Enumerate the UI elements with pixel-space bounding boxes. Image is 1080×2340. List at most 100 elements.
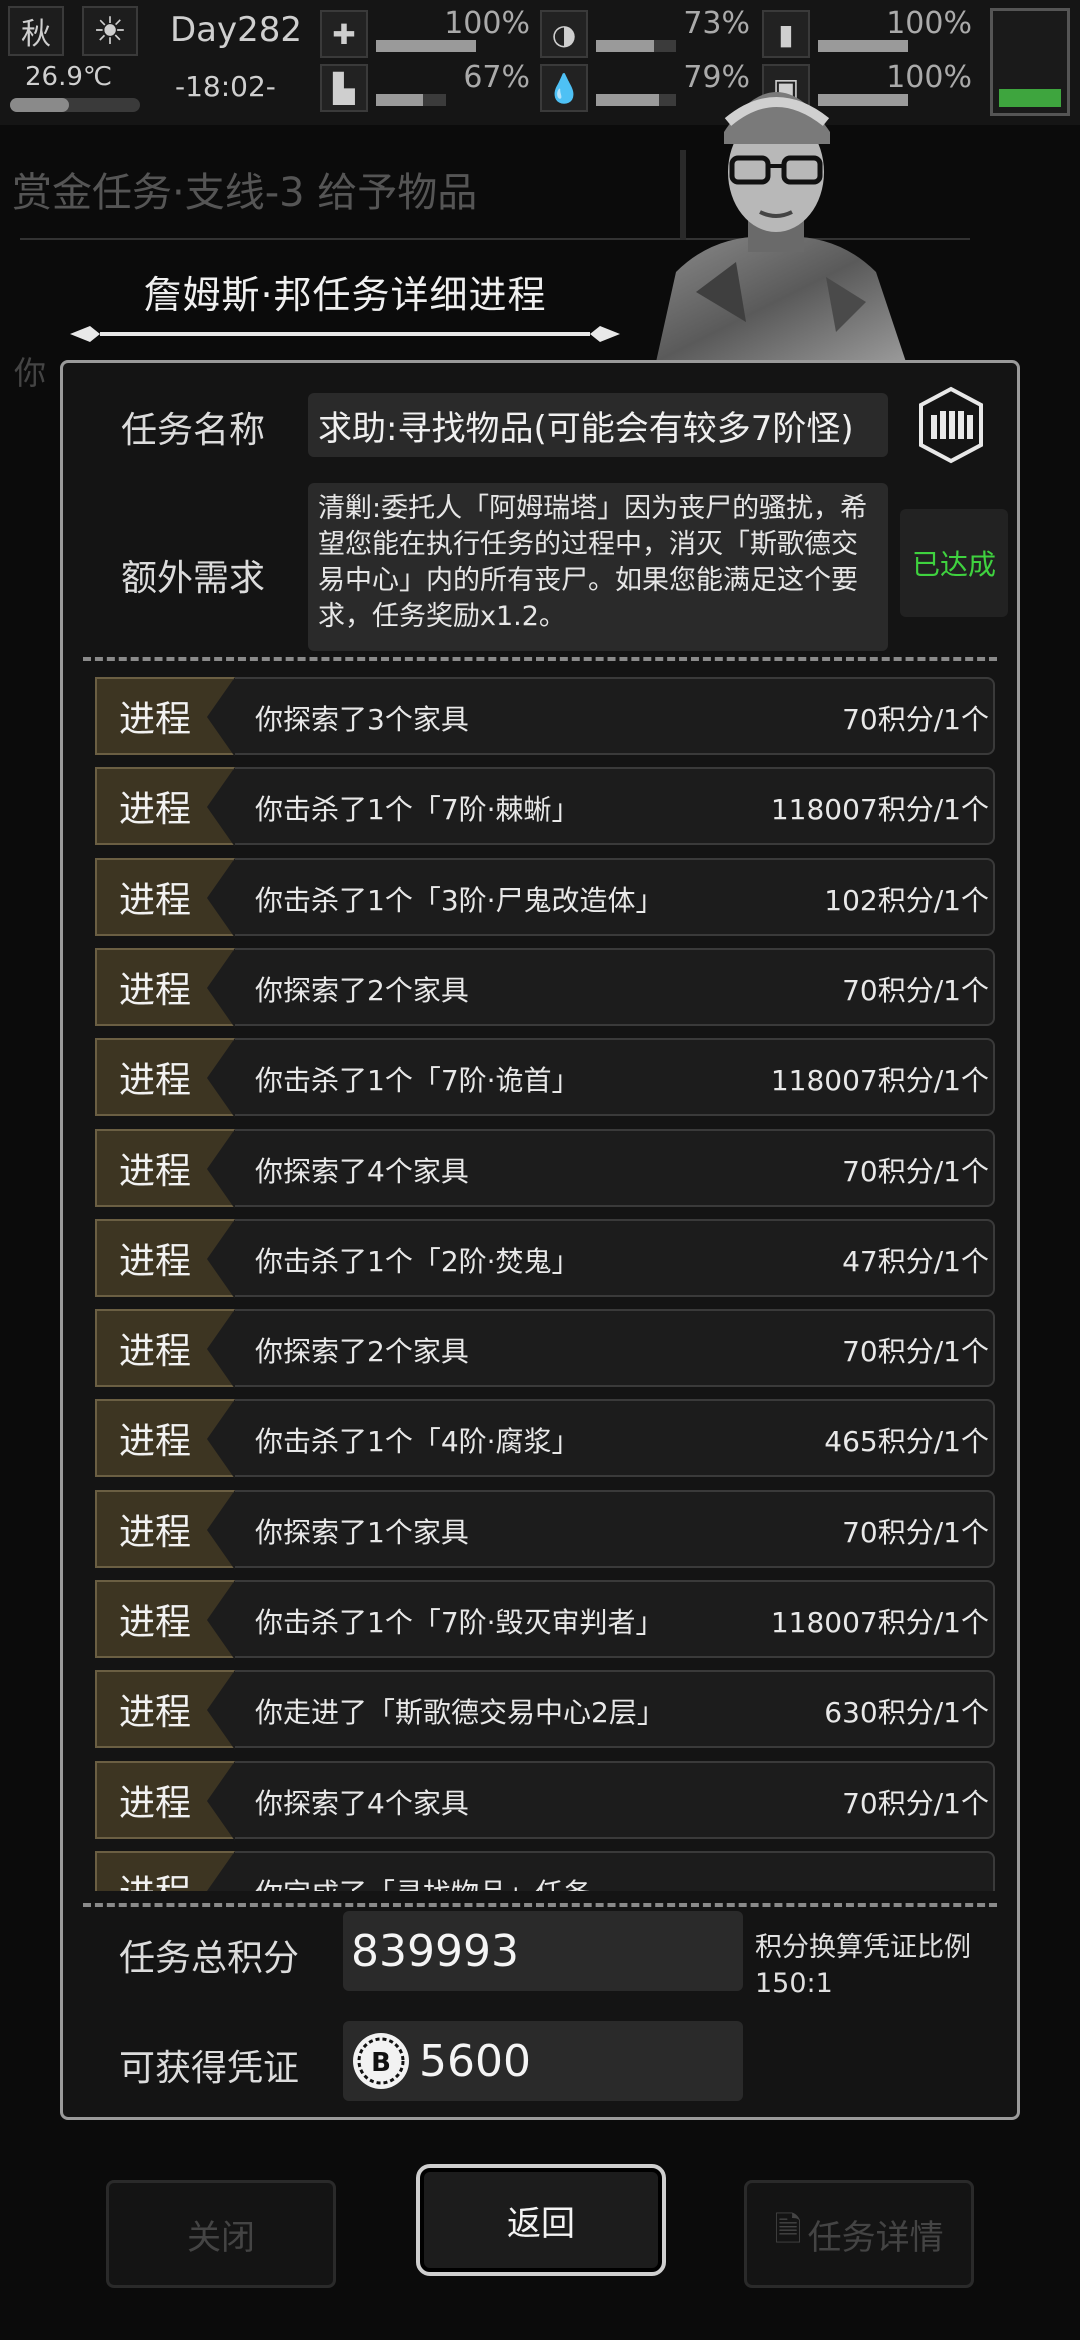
- battery-icon: [990, 8, 1070, 116]
- water-drop-icon: 💧: [540, 64, 588, 112]
- progress-points: 70积分/1个: [842, 1786, 989, 1820]
- progress-row-body: 你击杀了1个「4阶·腐浆」 465积分/1个: [235, 1399, 995, 1478]
- progress-points: 465积分/1个: [824, 1425, 989, 1459]
- progress-points: 118007积分/1个: [770, 1606, 989, 1639]
- stat-stamina: ▙ 67%: [320, 60, 530, 112]
- progress-points: 70积分/1个: [842, 1154, 989, 1188]
- stat-health: ✚ 100%: [320, 6, 530, 58]
- progress-description: 你探索了3个家具: [255, 703, 469, 736]
- voucher-value-box: B 5600: [343, 2021, 743, 2101]
- npc-avatar: [656, 92, 906, 362]
- progress-row: 进程你完成了「寻找物品」任务: [95, 1850, 995, 1891]
- progress-row-body: 你探索了4个家具 70积分/1个: [235, 1760, 995, 1839]
- progress-tag: 进程: [95, 1038, 235, 1119]
- return-button[interactable]: 返回: [416, 2164, 666, 2276]
- achieved-badge: 已达成: [900, 509, 1008, 617]
- progress-row: 进程 你探索了4个家具 70积分/1个: [95, 1128, 995, 1209]
- progress-row-body: 你探索了1个家具 70积分/1个: [235, 1489, 995, 1568]
- progress-list[interactable]: 进程 你探索了3个家具 70积分/1个 进程 你击杀了1个「7阶·棘蜥」 118007积分…: [83, 675, 998, 1891]
- progress-description: 你击杀了1个「3阶·尸鬼改造体」: [255, 883, 664, 917]
- stat-energy: ▮ 100%: [762, 6, 972, 58]
- progress-description: 你击杀了1个「7阶·诡首」: [255, 1064, 580, 1098]
- progress-row-body: 你击杀了1个「3阶·尸鬼改造体」 102积分/1个: [235, 857, 995, 936]
- stat-bar-fill: [596, 40, 655, 52]
- progress-tag: 进程: [95, 1760, 235, 1841]
- progress-row: 进程 你击杀了1个「7阶·诡首」 118007积分/1个: [95, 1038, 995, 1119]
- progress-points: 102积分/1个: [824, 883, 989, 917]
- progress-row: 进程 你走进了「斯歌德交易中心2层」 630积分/1个: [95, 1670, 995, 1751]
- progress-points: 630积分/1个: [824, 1696, 989, 1730]
- task-name-value: 求助:寻找物品(可能会有较多7阶怪): [308, 393, 888, 457]
- progress-row: 进程 你探索了3个家具 70积分/1个: [95, 677, 995, 757]
- dialog-title: 詹姆斯·邦任务详细进程: [143, 273, 547, 317]
- progress-tag: 进程: [95, 1850, 235, 1891]
- sun-icon: ☀: [82, 6, 138, 56]
- progress-description: 你击杀了1个「7阶·毁灭审判者」: [255, 1606, 664, 1639]
- progress-tag: 进程: [95, 1309, 235, 1390]
- progress-points: 70积分/1个: [842, 703, 989, 736]
- progress-description: 你击杀了1个「7阶·棘蜥」: [255, 793, 580, 827]
- progress-points: 70积分/1个: [842, 1335, 989, 1369]
- total-points-value: 839993: [343, 1911, 743, 1991]
- voucher-coin-icon: B: [353, 2033, 409, 2089]
- status-bar: 秋 ☀ 26.9℃ Day282 -18:02- ✚ 100% ◑ 73% ▮ …: [0, 0, 1080, 125]
- progress-row-body: 你击杀了1个「7阶·诡首」 118007积分/1个: [235, 1038, 995, 1117]
- progress-description: 你探索了2个家具: [255, 1335, 469, 1369]
- progress-points: 70积分/1个: [842, 1515, 989, 1549]
- progress-row-body: 你击杀了1个「7阶·棘蜥」 118007积分/1个: [235, 767, 995, 846]
- progress-points: 118007积分/1个: [770, 793, 989, 827]
- task-progress-dialog: 任务名称 求助:寻找物品(可能会有较多7阶怪) 额外需求 清剿:委托人「阿姆瑞塔…: [60, 360, 1020, 2120]
- temperature-readout: 26.9℃: [25, 62, 113, 92]
- progress-description: 你完成了「寻找物品」任务: [255, 1872, 591, 1891]
- background-text: 你: [14, 354, 47, 392]
- stat-bar-fill: [818, 40, 908, 52]
- progress-tag: 进程: [95, 1399, 235, 1480]
- extra-requirement-label: 额外需求: [121, 558, 266, 599]
- progress-tag: 进程: [95, 947, 235, 1028]
- voucher-label: 可获得凭证: [119, 2048, 300, 2089]
- dashed-divider: [83, 657, 997, 661]
- progress-row-body: 你击杀了1个「2阶·焚鬼」 47积分/1个: [235, 1218, 995, 1297]
- progress-row: 进程 你击杀了1个「7阶·棘蜥」 118007积分/1个: [95, 767, 995, 848]
- medkit-icon: ✚: [320, 10, 368, 58]
- progress-description: 你探索了2个家具: [255, 973, 469, 1007]
- boot-icon: ▙: [320, 64, 368, 112]
- progress-row: 进程 你击杀了1个「7阶·毁灭审判者」 118007积分/1个: [95, 1580, 995, 1660]
- total-points-label: 任务总积分: [119, 1938, 300, 1979]
- progress-description: 你探索了1个家具: [255, 1515, 469, 1549]
- progress-row-body: 你探索了3个家具 70积分/1个: [235, 677, 995, 755]
- close-button: 关闭: [106, 2180, 336, 2288]
- progress-tag: 进程: [95, 1670, 235, 1751]
- progress-points: 47积分/1个: [842, 1244, 989, 1278]
- progress-row: 进程 你探索了4个家具 70积分/1个: [95, 1760, 995, 1841]
- progress-tag: 进程: [95, 1218, 235, 1299]
- stat-bar-fill: [376, 94, 423, 106]
- ammo-box-icon: [919, 386, 983, 464]
- progress-row-body: 你走进了「斯歌德交易中心2层」 630积分/1个: [235, 1670, 995, 1749]
- progress-row-body: 你完成了「寻找物品」任务: [235, 1850, 995, 1891]
- progress-row: 进程 你击杀了1个「2阶·焚鬼」 47积分/1个: [95, 1218, 995, 1299]
- progress-tag: 进程: [95, 767, 235, 848]
- progress-row: 进程 你探索了2个家具 70积分/1个: [95, 1309, 995, 1390]
- progress-tag: 进程: [95, 1580, 235, 1660]
- stat-hunger: ◑ 73%: [540, 6, 750, 58]
- task-details-button: 🗎 任务详情: [744, 2180, 974, 2288]
- progress-tag: 进程: [95, 1489, 235, 1570]
- progress-description: 你探索了4个家具: [255, 1154, 469, 1188]
- day-counter: Day282: [170, 10, 303, 50]
- progress-row-body: 你探索了4个家具 70积分/1个: [235, 1128, 995, 1207]
- document-icon: 🗎: [774, 2209, 802, 2250]
- temperature-bar: [10, 98, 140, 112]
- progress-row: 进程 你击杀了1个「3阶·尸鬼改造体」 102积分/1个: [95, 857, 995, 938]
- progress-row: 进程 你击杀了1个「4阶·腐浆」 465积分/1个: [95, 1399, 995, 1480]
- progress-tag: 进程: [95, 1128, 235, 1209]
- progress-points: 70积分/1个: [842, 973, 989, 1007]
- extra-requirement-text: 清剿:委托人「阿姆瑞塔」因为丧尸的骚扰，希望您能在执行任务的过程中，消灭「斯歌德…: [308, 483, 888, 651]
- progress-description: 你走进了「斯歌德交易中心2层」: [255, 1696, 665, 1730]
- progress-description: 你击杀了1个「2阶·焚鬼」: [255, 1244, 580, 1278]
- title-ornament: [70, 326, 620, 342]
- stat-bar-fill: [376, 40, 476, 52]
- battery-small-icon: ▮: [762, 10, 810, 58]
- progress-row: 进程 你探索了2个家具 70积分/1个: [95, 947, 995, 1028]
- progress-row: 进程 你探索了1个家具 70积分/1个: [95, 1489, 995, 1570]
